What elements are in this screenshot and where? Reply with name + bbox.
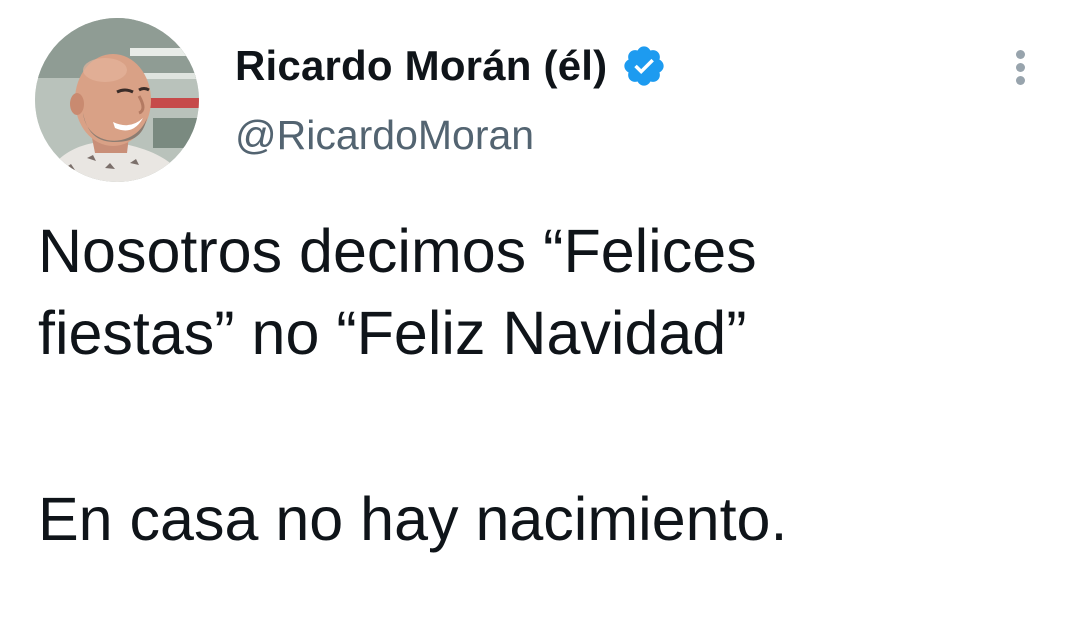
tweet-text-line: fiestas” no “Feliz Navidad” (38, 299, 747, 367)
author-name-row: Ricardo Morán (él) (235, 38, 667, 94)
avatar-photo (35, 18, 199, 182)
tweet-text-line: En casa no hay nacimiento. (38, 485, 788, 553)
avatar[interactable] (35, 18, 199, 182)
author-handle[interactable]: @RicardoMoran (235, 112, 534, 159)
more-dot (1016, 50, 1025, 59)
more-dot (1016, 63, 1025, 72)
verified-badge-icon (621, 43, 667, 89)
more-dot (1016, 76, 1025, 85)
author-display-name[interactable]: Ricardo Morán (él) (235, 42, 607, 90)
tweet-text: Nosotros decimos “Felices fiestas” no “F… (38, 210, 1038, 560)
paragraph-break (38, 374, 1038, 478)
tweet-text-line: Nosotros decimos “Felices (38, 217, 757, 285)
more-options-icon[interactable] (1004, 44, 1036, 90)
tweet-card: Ricardo Morán (él) @RicardoMoran Nosotro… (0, 0, 1080, 624)
